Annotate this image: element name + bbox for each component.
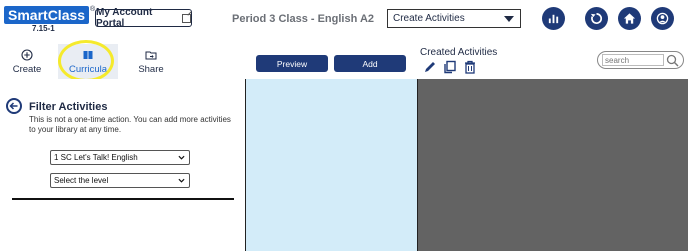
chevron-down-icon [178, 178, 185, 183]
tab-create[interactable]: Create [0, 44, 54, 79]
tab-share[interactable]: Share [122, 44, 180, 79]
stats-icon [548, 14, 559, 24]
panel-divider [12, 198, 234, 200]
user-icon [656, 12, 669, 25]
logo-smart: Smart [8, 7, 48, 23]
refresh-icon [590, 13, 603, 24]
edit-icon[interactable] [423, 60, 437, 74]
filter-title: Filter Activities [29, 101, 108, 113]
version-label: 7.15-1 [32, 24, 55, 33]
add-label: Add [362, 58, 378, 69]
class-title: Period 3 Class - English A2 [232, 13, 375, 25]
activity-canvas[interactable] [418, 79, 688, 251]
profile-button[interactable] [651, 7, 674, 30]
duplicate-icon[interactable] [443, 60, 457, 74]
add-button[interactable]: Add [334, 55, 406, 72]
book-icon [83, 50, 93, 59]
tab-curricula[interactable]: Curricula [58, 44, 118, 79]
preview-label: Preview [276, 58, 308, 69]
created-activities-label: Created Activities [420, 47, 498, 58]
plus-circle-icon [21, 48, 33, 61]
activity-mode-select[interactable]: Create Activities [387, 9, 521, 28]
level-select[interactable]: Select the level [50, 173, 190, 188]
caret-down-icon [504, 16, 514, 22]
account-portal-label: My Account Portal [96, 7, 153, 29]
curriculum-select[interactable]: 1 SC Let's Talk! English [50, 150, 190, 165]
folder-share-icon [145, 51, 157, 59]
home-button[interactable] [618, 7, 641, 30]
filter-note: This is not a one-time action. You can a… [29, 115, 231, 134]
preview-pane[interactable] [245, 79, 418, 251]
activity-mode-value: Create Activities [393, 13, 465, 24]
trash-icon[interactable] [463, 60, 477, 74]
stats-button[interactable] [542, 7, 565, 30]
account-portal-button[interactable]: My Account Portal [95, 7, 192, 29]
preview-button[interactable]: Preview [256, 55, 328, 72]
logo-class: Class [47, 7, 86, 23]
tab-create-label: Create [12, 63, 42, 75]
level-value: Select the level [54, 176, 109, 185]
arrow-left-icon [9, 102, 18, 110]
logo-box: Smart Class [4, 6, 90, 24]
top-bar: Smart Class ® 7.15-1 My Account Portal Pe… [0, 0, 688, 44]
search-icon[interactable] [666, 54, 679, 67]
refresh-button[interactable] [585, 7, 608, 30]
back-button[interactable] [6, 98, 22, 114]
search-box [597, 51, 684, 69]
tab-curricula-label: Curricula [68, 63, 107, 75]
curriculum-value: 1 SC Let's Talk! English [54, 153, 138, 162]
chevron-down-icon [178, 155, 185, 160]
home-icon [623, 13, 636, 24]
external-link-icon [182, 13, 191, 23]
left-tabs: Create Curricula Share [0, 44, 245, 79]
search-input[interactable] [602, 54, 664, 66]
tab-share-label: Share [138, 63, 164, 75]
